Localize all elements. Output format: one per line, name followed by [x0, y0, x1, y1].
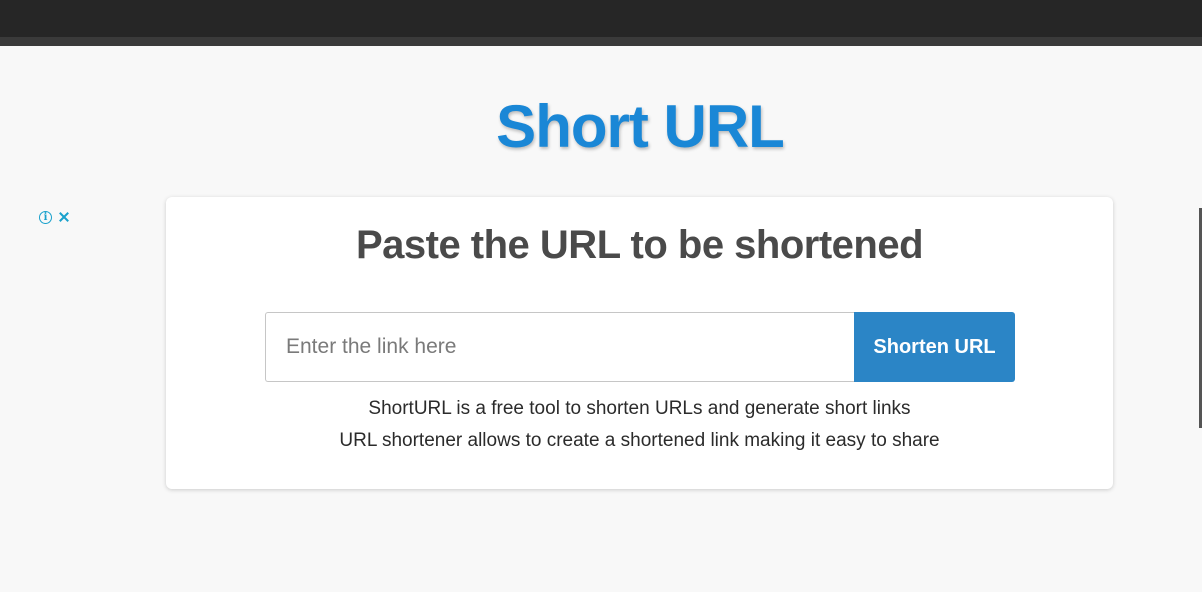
- shorten-card: Paste the URL to be shortened Shorten UR…: [166, 197, 1113, 489]
- ad-controls: i: [39, 210, 71, 224]
- close-icon[interactable]: [57, 210, 71, 224]
- shorten-url-button[interactable]: Shorten URL: [854, 312, 1015, 382]
- site-title[interactable]: Short URL: [0, 92, 1202, 161]
- description-line-1: ShortURL is a free tool to shorten URLs …: [368, 398, 911, 419]
- description-line-2: URL shortener allows to create a shorten…: [339, 430, 940, 451]
- top-bar-divider: [0, 37, 1202, 46]
- browser-top-bar: [0, 0, 1202, 37]
- shorten-form: Shorten URL: [265, 312, 1015, 382]
- info-icon[interactable]: i: [39, 210, 52, 224]
- card-heading: Paste the URL to be shortened: [355, 223, 924, 267]
- url-input[interactable]: [265, 312, 854, 382]
